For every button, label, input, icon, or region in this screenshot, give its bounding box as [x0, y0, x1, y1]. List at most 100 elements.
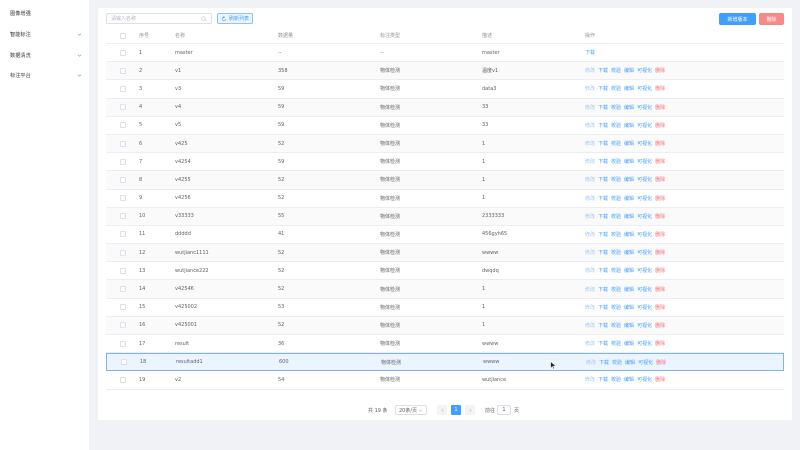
row-action-0[interactable]: 修改	[585, 213, 595, 220]
row-action-5[interactable]: 删除	[655, 267, 665, 274]
row-action-0[interactable]: 修改	[585, 249, 595, 256]
table-row[interactable]: 12 wutjianc1111 52 物体检测 wwww 修改 下载 校验 编辑 可视化 删除	[106, 244, 784, 263]
sidebar-item-3[interactable]: 数据清洗	[10, 49, 82, 61]
row-checkbox[interactable]	[120, 122, 126, 129]
row-action-5[interactable]: 删除	[655, 85, 665, 92]
row-action-0[interactable]: 修改	[585, 322, 595, 329]
table-row[interactable]: 17 result 36 物体检测 wwww 修改 下载 校验 编辑 可视化 删除	[106, 335, 784, 354]
row-action-3[interactable]: 编辑	[624, 231, 634, 238]
row-action-0[interactable]: 修改	[585, 122, 595, 129]
row-checkbox[interactable]	[120, 340, 126, 347]
row-action-2[interactable]: 校验	[611, 85, 621, 92]
row-checkbox[interactable]	[120, 231, 126, 238]
row-action-0[interactable]: 修改	[586, 359, 596, 366]
page-number-current[interactable]: 1	[451, 405, 461, 415]
row-action-0[interactable]: 修改	[585, 85, 595, 92]
row-checkbox[interactable]	[120, 322, 126, 329]
delete-button[interactable]: 删除	[759, 13, 784, 25]
row-action-2[interactable]: 校验	[611, 195, 621, 202]
row-action-2[interactable]: 校验	[611, 322, 621, 329]
row-action-1[interactable]: 下载	[598, 140, 608, 147]
row-action-0[interactable]: 修改	[585, 340, 595, 347]
row-checkbox[interactable]	[120, 213, 126, 220]
row-action-2[interactable]: 校验	[611, 340, 621, 347]
row-action-5[interactable]: 删除	[655, 104, 665, 111]
row-action-2[interactable]: 校验	[611, 67, 621, 74]
row-action-4[interactable]: 可视化	[637, 213, 652, 220]
table-row[interactable]: 18 resultadd1 600 物体检测 wwww 修改 下载 校验 编辑 可视化 删除	[106, 353, 784, 372]
row-checkbox[interactable]	[120, 176, 126, 183]
row-action-2[interactable]: 校验	[611, 122, 621, 129]
row-action-4[interactable]: 可视化	[637, 104, 652, 111]
row-action-4[interactable]: 可视化	[637, 286, 652, 293]
row-action-3[interactable]: 编辑	[624, 267, 634, 274]
table-row[interactable]: 6 v425 52 物体检测 1 修改 下载 校验 编辑 可视化 删除	[106, 134, 784, 154]
row-action-2[interactable]: 校验	[611, 267, 621, 274]
row-action-5[interactable]: 删除	[655, 231, 665, 238]
row-action-0[interactable]: 修改	[585, 376, 595, 383]
table-row[interactable]: 8 v4255 52 物体检测 1 修改 下载 校验 编辑 可视化 删除	[106, 171, 784, 190]
row-action-0[interactable]: 修改	[585, 67, 595, 74]
page-size-select[interactable]: 20条/页	[395, 405, 427, 415]
search-input[interactable]: 请输入名称	[106, 13, 212, 24]
row-checkbox[interactable]	[120, 304, 126, 311]
row-action-0[interactable]: 下载	[585, 49, 595, 56]
row-checkbox[interactable]	[120, 158, 126, 165]
row-action-2[interactable]: 校验	[611, 249, 621, 256]
row-action-1[interactable]: 下载	[598, 67, 608, 74]
table-row[interactable]: 16 v425001 52 物体检测 1 修改 下载 校验 编辑 可视化 删除	[106, 316, 784, 335]
prev-page-button[interactable]	[437, 405, 447, 415]
row-action-3[interactable]: 编辑	[624, 304, 634, 311]
table-row[interactable]: 13 wutjiance222 52 物体检测 dwqdq 修改 下载 校验 编辑 可视化 删除	[106, 262, 784, 281]
row-action-4[interactable]: 可视化	[637, 231, 652, 238]
row-action-0[interactable]: 修改	[585, 195, 595, 202]
table-row[interactable]: 11 ddddd 41 物体检测 456gyh65 修改 下载 校验 编辑 可视化 删除	[106, 226, 784, 245]
row-action-5[interactable]: 删除	[655, 376, 665, 383]
row-action-3[interactable]: 编辑	[624, 85, 634, 92]
row-action-5[interactable]: 删除	[655, 304, 665, 311]
row-action-3[interactable]: 编辑	[624, 195, 634, 202]
row-action-5[interactable]: 删除	[655, 122, 665, 129]
table-row[interactable]: 3 v3 59 物体检测 data3 修改 下载 校验 编辑 可视化 删除	[106, 80, 784, 99]
row-action-2[interactable]: 校验	[611, 176, 621, 183]
row-action-5[interactable]: 删除	[655, 249, 665, 256]
row-checkbox[interactable]	[120, 376, 126, 383]
row-action-5[interactable]: 删除	[655, 213, 665, 220]
row-checkbox[interactable]	[120, 67, 126, 74]
row-action-2[interactable]: 校验	[611, 231, 621, 238]
table-row[interactable]: 10 v33333 55 物体检测 2333333 修改 下载 校验 编辑 可视化 删除	[106, 207, 784, 226]
row-checkbox[interactable]	[120, 249, 126, 256]
row-action-4[interactable]: 可视化	[637, 176, 652, 183]
row-action-4[interactable]: 可视化	[637, 376, 652, 383]
row-action-0[interactable]: 修改	[585, 286, 595, 293]
row-action-4[interactable]: 可视化	[637, 85, 652, 92]
row-action-4[interactable]: 可视化	[638, 359, 653, 366]
row-action-5[interactable]: 删除	[656, 359, 666, 366]
row-action-1[interactable]: 下载	[598, 231, 608, 238]
row-action-3[interactable]: 编辑	[624, 104, 634, 111]
row-action-4[interactable]: 可视化	[637, 122, 652, 129]
row-action-2[interactable]: 校验	[611, 286, 621, 293]
row-action-4[interactable]: 可视化	[637, 195, 652, 202]
row-checkbox[interactable]	[120, 49, 126, 56]
row-action-5[interactable]: 删除	[655, 176, 665, 183]
row-action-3[interactable]: 编辑	[624, 340, 634, 347]
table-row[interactable]: 2 v1 358 物体检测 温度v1 修改 下载 校验 编辑 可视化 删除	[106, 62, 784, 81]
select-all-checkbox[interactable]	[120, 32, 126, 39]
row-checkbox[interactable]	[120, 267, 126, 274]
row-checkbox[interactable]	[120, 104, 126, 111]
row-action-4[interactable]: 可视化	[637, 322, 652, 329]
row-action-1[interactable]: 下载	[598, 176, 608, 183]
row-action-1[interactable]: 下载	[598, 286, 608, 293]
row-action-1[interactable]: 下载	[598, 249, 608, 256]
row-action-1[interactable]: 下载	[599, 359, 609, 366]
row-action-4[interactable]: 可视化	[637, 304, 652, 311]
row-action-1[interactable]: 下载	[598, 122, 608, 129]
row-action-1[interactable]: 下载	[598, 304, 608, 311]
row-action-2[interactable]: 校验	[612, 359, 622, 366]
row-action-5[interactable]: 删除	[655, 195, 665, 202]
row-action-1[interactable]: 下载	[598, 376, 608, 383]
row-action-3[interactable]: 编辑	[624, 286, 634, 293]
row-action-2[interactable]: 校验	[611, 304, 621, 311]
row-action-0[interactable]: 修改	[585, 104, 595, 111]
